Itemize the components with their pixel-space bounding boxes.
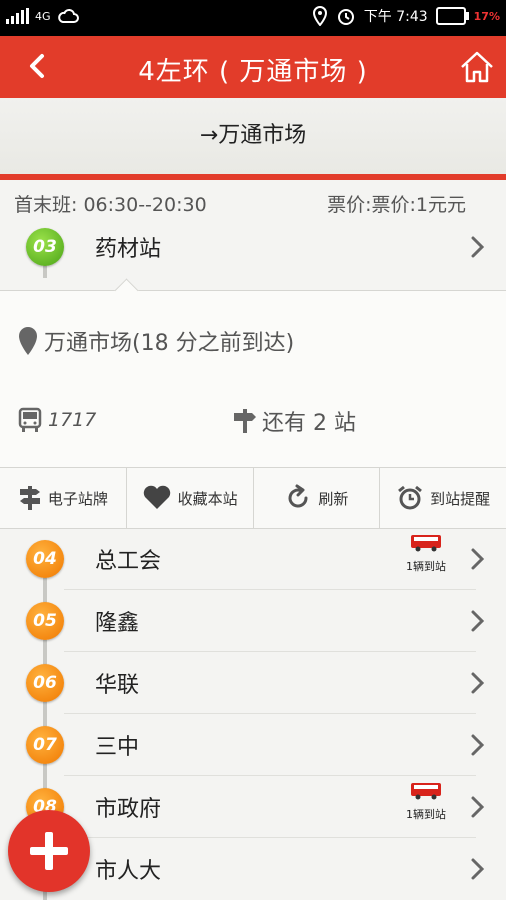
remaining-stops: 还有 2 站	[232, 405, 356, 437]
direction-label: →万通市场	[199, 123, 307, 148]
station-number-badge: 03	[26, 228, 64, 266]
refresh-icon	[288, 484, 308, 508]
fare-text: 票价:票价:1元元	[327, 194, 466, 216]
station-name: 三中	[95, 735, 140, 760]
signal-icon	[6, 8, 29, 24]
heart-icon	[143, 485, 170, 509]
station-row[interactable]: 06 华联	[0, 652, 506, 714]
cloud-icon	[57, 8, 79, 23]
station-name: 华联	[95, 673, 140, 698]
bus-arrival-indicator: 1辆到站	[396, 534, 456, 574]
alarm-icon	[337, 9, 354, 25]
chevron-right-icon	[471, 672, 485, 694]
chevron-right-icon	[471, 734, 485, 756]
station-row[interactable]: 07 三中	[0, 714, 506, 776]
bus-count: 1辆到站	[406, 560, 446, 573]
action-label: 到站提醒	[430, 489, 491, 508]
location-pin-icon	[19, 327, 37, 355]
page-title: 4左环 ( 万通市场 )	[138, 57, 368, 87]
arrival-text: 万通市场(18 分之前到达)	[44, 331, 295, 356]
station-name: 市政府	[95, 797, 162, 822]
action-label: 电子站牌	[47, 489, 108, 508]
station-row[interactable]: 04 总工会 1辆到站	[0, 528, 506, 590]
status-bar: 4G 下午 7:43 17%	[0, 0, 506, 36]
battery-percent: 17%	[473, 9, 500, 23]
bus-arrival-indicator: 1辆到站	[396, 782, 456, 822]
refresh-button[interactable]: 刷新	[254, 468, 381, 528]
signpost-icon	[234, 409, 256, 433]
bus-icon	[411, 535, 441, 552]
arrival-destination: 万通市场(18 分之前到达)	[18, 325, 294, 357]
title-bar: 4左环 ( 万通市场 )	[0, 36, 506, 98]
station-number-badge: 06	[26, 664, 64, 702]
bus-icon	[18, 407, 42, 432]
signpost-icon	[19, 486, 40, 510]
direction-bar[interactable]: →万通市场	[0, 98, 506, 175]
remaining-text: 还有 2 站	[262, 411, 356, 436]
bus-icon	[411, 783, 441, 800]
chevron-right-icon	[471, 858, 485, 880]
bus-plate: 1717	[18, 407, 96, 433]
action-label: 收藏本站	[177, 489, 238, 508]
alarm-clock-icon	[398, 485, 423, 510]
action-bar: 电子站牌 收藏本站 刷新 到站提醒	[0, 467, 506, 529]
station-number-badge: 07	[26, 726, 64, 764]
service-hours: 首末班: 06:30--20:30	[14, 194, 207, 216]
station-row[interactable]: 05 隆鑫	[0, 590, 506, 652]
battery-icon	[435, 7, 469, 25]
station-number-badge: 04	[26, 540, 64, 578]
clock-text: 下午 7:43	[363, 9, 428, 25]
station-name: 隆鑫	[95, 611, 140, 636]
e-stop-sign-button[interactable]: 电子站牌	[0, 468, 127, 528]
station-number-badge: 05	[26, 602, 64, 640]
action-label: 刷新	[318, 489, 349, 508]
arrival-reminder-button[interactable]: 到站提醒	[380, 468, 506, 528]
chevron-right-icon	[471, 236, 485, 258]
chevron-right-icon	[471, 548, 485, 570]
arrival-panel: 万通市场(18 分之前到达) 1717 还有 2 站 电子站牌 收藏本站 刷新 …	[0, 278, 506, 529]
station-name: 药材站	[95, 237, 162, 262]
network-type: 4G	[35, 9, 51, 23]
home-icon[interactable]	[458, 48, 496, 86]
station-name: 市人大	[95, 859, 162, 884]
plate-number: 1717	[48, 409, 97, 431]
chevron-right-icon	[471, 610, 485, 632]
panel-pointer	[114, 278, 139, 303]
station-name: 总工会	[95, 549, 162, 574]
chevron-right-icon	[471, 796, 485, 818]
add-button[interactable]	[8, 810, 90, 892]
current-station[interactable]: 03 药材站	[0, 216, 506, 278]
bus-count: 1辆到站	[406, 808, 446, 821]
favorite-station-button[interactable]: 收藏本站	[127, 468, 254, 528]
route-info: 首末班: 06:30--20:30 票价:票价:1元元	[0, 180, 506, 220]
location-icon	[312, 6, 327, 26]
